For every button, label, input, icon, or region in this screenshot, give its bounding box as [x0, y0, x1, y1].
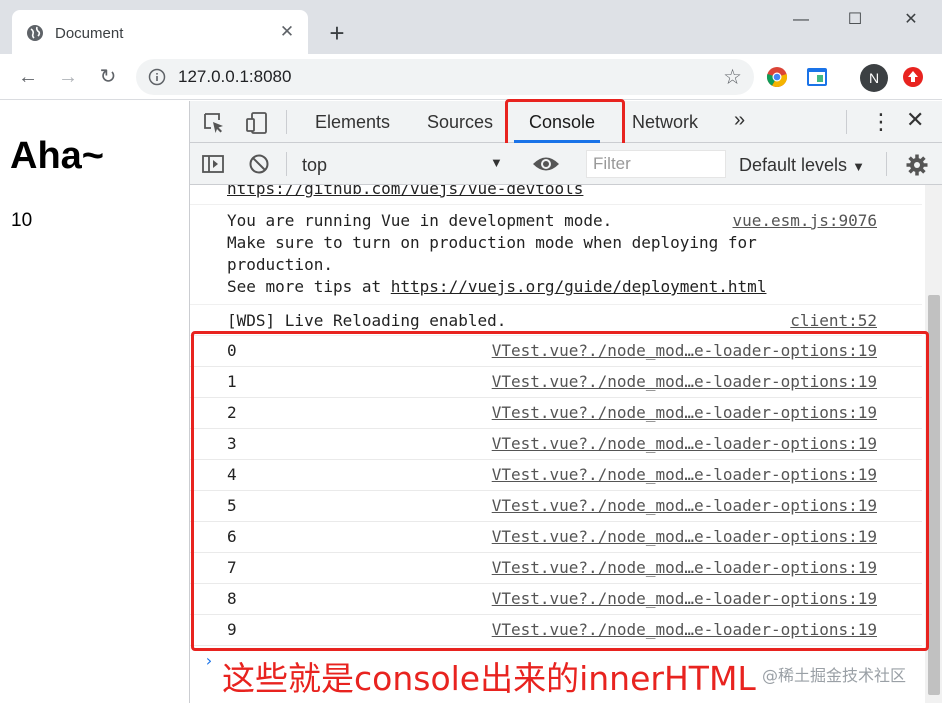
chrome-extension-icon[interactable]: [766, 66, 788, 88]
tab-elements[interactable]: Elements: [315, 112, 390, 133]
console-tab-highlight: [505, 99, 625, 149]
page-value: 10: [11, 210, 33, 231]
new-tab-button[interactable]: +: [322, 18, 352, 48]
console-toolbar: top ▼ Default levels ▼: [190, 143, 942, 185]
log-levels-dropdown[interactable]: Default levels ▼: [739, 155, 865, 176]
inspect-element-icon[interactable]: [202, 111, 226, 135]
globe-icon: [27, 25, 43, 41]
page-heading: Aha~: [10, 135, 104, 177]
toolbar-divider: [286, 152, 287, 176]
context-selector[interactable]: top: [302, 155, 327, 176]
more-tabs-icon[interactable]: »: [734, 109, 745, 132]
wds-message: [WDS] Live Reloading enabled.: [227, 311, 507, 330]
device-toolbar-icon[interactable]: [245, 111, 269, 135]
devtools-link[interactable]: https://github.com/vuejs/vue-devtools: [227, 185, 583, 198]
filter-input[interactable]: [586, 150, 726, 178]
update-icon[interactable]: [902, 66, 924, 88]
chevron-down-icon: ▼: [852, 159, 865, 174]
devtools-close-icon[interactable]: ✕: [906, 107, 924, 133]
watermark-text: @稀土掘金技术社区: [762, 666, 907, 685]
clear-console-icon[interactable]: [247, 152, 271, 176]
sidebar-toggle-icon[interactable]: [201, 152, 225, 176]
vue-deployment-link[interactable]: https://vuejs.org/guide/deployment.html: [391, 277, 767, 296]
tab-sources[interactable]: Sources: [427, 112, 493, 133]
browser-toolbar: ← → ↻ 127.0.0.1:8080 ☆ N: [0, 54, 942, 100]
devtools-menu-icon[interactable]: ⋮: [870, 109, 892, 135]
page-viewport: Aha~ 10: [0, 101, 190, 703]
browser-tab[interactable]: Document ✕: [12, 10, 308, 54]
reload-icon[interactable]: ↻: [94, 63, 122, 91]
vue-devtools-extension-icon[interactable]: [806, 66, 828, 88]
devtools-tabbar: Elements Sources Console Network » ⋮ ✕: [190, 99, 942, 149]
toolbar-divider: [846, 110, 847, 134]
profile-avatar[interactable]: N: [860, 64, 888, 92]
live-expression-eye-icon[interactable]: [532, 154, 560, 174]
toolbar-divider: [286, 110, 287, 134]
forward-arrow-icon[interactable]: →: [54, 63, 82, 91]
address-bar[interactable]: 127.0.0.1:8080 ☆: [136, 59, 754, 95]
vue-message-line: production.: [227, 255, 333, 274]
chevron-down-icon[interactable]: ▼: [490, 155, 503, 170]
log-levels-label: Default levels: [739, 155, 848, 175]
console-message: https://github.com/vuejs/vue-devtools: [190, 185, 922, 205]
vue-message-line: Make sure to turn on production mode whe…: [227, 233, 757, 252]
bookmark-star-icon[interactable]: ☆: [723, 65, 742, 90]
minimize-button[interactable]: —: [778, 6, 824, 34]
vue-source-link[interactable]: vue.esm.js:9076: [733, 211, 878, 230]
tab-network[interactable]: Network: [632, 112, 698, 133]
filter-field[interactable]: [587, 151, 725, 177]
settings-gear-icon[interactable]: [905, 153, 929, 177]
info-icon[interactable]: [148, 68, 166, 86]
maximize-button[interactable]: ☐: [832, 6, 878, 34]
logs-highlight: [191, 331, 929, 651]
toolbar-divider: [886, 152, 887, 176]
window-close-button[interactable]: ✕: [888, 6, 934, 34]
tab-title: Document: [55, 25, 124, 42]
scrollbar-thumb[interactable]: [928, 295, 940, 695]
browser-titlebar: Document ✕ + — ☐ ✕: [0, 0, 942, 54]
tab-close-icon[interactable]: ✕: [276, 21, 298, 43]
console-message-vue: You are running Vue in development mode.…: [190, 205, 922, 305]
vue-message-line: You are running Vue in development mode.: [227, 211, 613, 230]
vue-message-line: See more tips at https://vuejs.org/guide…: [227, 277, 766, 296]
wds-source-link[interactable]: client:52: [790, 311, 877, 330]
url-text: 127.0.0.1:8080: [178, 67, 292, 86]
vue-tips-text: See more tips at: [227, 277, 391, 296]
annotation-text: 这些就是console出来的innerHTML: [222, 659, 756, 698]
back-arrow-icon[interactable]: ←: [14, 63, 42, 91]
console-prompt-icon[interactable]: ›: [204, 651, 214, 670]
